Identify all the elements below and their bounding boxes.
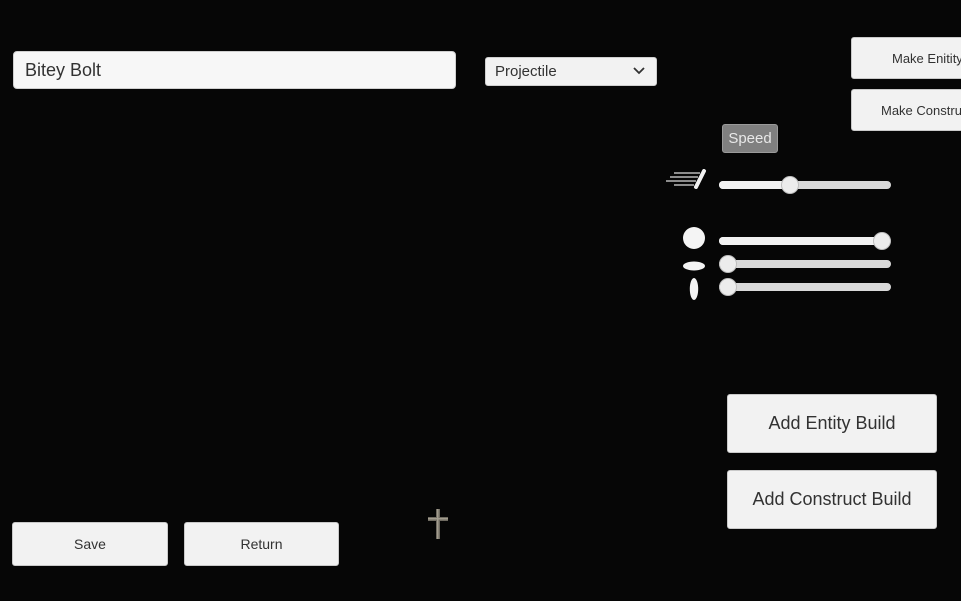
add-entity-build-label: Add Entity Build [768,413,896,433]
size-slider-fill [719,237,882,245]
cross-cursor-icon [428,509,448,539]
type-dropdown[interactable]: Projectile [485,57,657,86]
name-input[interactable] [13,51,456,89]
add-entity-build-button[interactable]: Add Entity Build [727,394,937,453]
type-dropdown-value: Projectile [495,63,557,80]
make-entity-button[interactable]: Make Enitity [851,37,961,79]
vertical-ellipse-icon [689,278,699,300]
return-button[interactable]: Return [184,522,339,566]
horizontal-ellipse-icon [683,261,705,271]
editor-canvas: Projectile Make Enitity Make Construct S… [0,0,961,601]
speed-slider-fill [719,181,790,189]
width-slider[interactable] [719,255,891,273]
save-label: Save [74,536,106,552]
speed-label-text: Speed [728,130,772,147]
size-slider[interactable] [719,232,891,250]
speed-label: Speed [722,124,778,153]
save-button[interactable]: Save [12,522,168,566]
speed-slider[interactable] [719,176,891,194]
make-entity-label: Make Enitity [892,50,961,66]
circle-size-icon [683,227,705,249]
height-slider-handle[interactable] [719,278,737,296]
make-construct-button[interactable]: Make Construct [851,89,961,131]
chevron-down-icon [633,67,645,75]
make-construct-label: Make Construct [881,102,961,118]
add-construct-build-label: Add Construct Build [752,489,912,509]
size-slider-handle[interactable] [873,232,891,250]
height-slider[interactable] [719,278,891,296]
speed-lines-icon [666,169,706,189]
width-slider-handle[interactable] [719,255,737,273]
return-label: Return [240,536,283,552]
speed-slider-handle[interactable] [780,176,799,194]
add-construct-build-button[interactable]: Add Construct Build [727,470,937,529]
